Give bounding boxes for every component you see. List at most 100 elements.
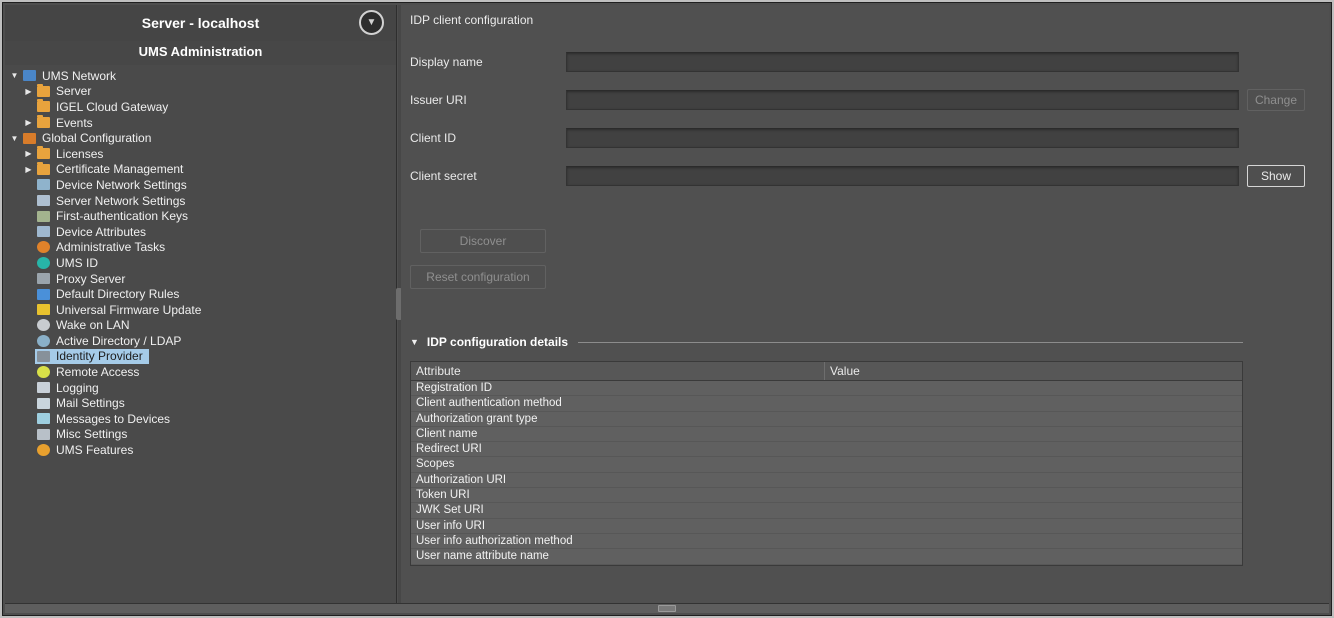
value-cell: [825, 488, 1242, 502]
global-configuration-icon: [23, 133, 36, 144]
tree-item-content: Global Configuration: [21, 130, 157, 146]
bottom-splitter-bar: [5, 603, 1329, 613]
table-row-jwk-set-uri[interactable]: JWK Set URI: [411, 503, 1242, 518]
table-row-client-authentication-method[interactable]: Client authentication method: [411, 396, 1242, 411]
table-row-authorization-grant-type[interactable]: Authorization grant type: [411, 412, 1242, 427]
client-id-label: Client ID: [410, 131, 566, 145]
administrative-tasks-icon: [37, 241, 50, 253]
sidebar-item-administrative-tasks[interactable]: Administrative Tasks: [5, 240, 396, 256]
change-button[interactable]: Change: [1247, 89, 1305, 111]
folder-icon: [37, 86, 50, 97]
discover-button[interactable]: Discover: [420, 229, 546, 253]
navigation-tree: ▼UMS Network▶ServerIGEL Cloud Gateway▶Ev…: [5, 65, 396, 458]
messages-to-devices-icon: [37, 413, 50, 424]
tree-item-content: UMS Network: [21, 68, 122, 84]
column-header-attribute[interactable]: Attribute: [411, 362, 825, 380]
client-secret-row: Client secret Show: [410, 165, 1305, 187]
sidebar-item-identity-provider[interactable]: Identity Provider: [5, 349, 396, 365]
attribute-cell: Client name: [411, 427, 825, 441]
table-row-token-uri[interactable]: Token URI: [411, 488, 1242, 503]
attribute-cell: User info URI: [411, 519, 825, 533]
sidebar-item-device-network-settings[interactable]: Device Network Settings: [5, 177, 396, 193]
table-row-client-name[interactable]: Client name: [411, 427, 1242, 442]
value-cell: [825, 534, 1242, 548]
sidebar-item-universal-firmware-update[interactable]: Universal Firmware Update: [5, 302, 396, 318]
logging-icon: [37, 382, 50, 393]
client-secret-input[interactable]: [566, 166, 1239, 186]
folder-icon: [37, 164, 50, 175]
tree-item-content: First-authentication Keys: [35, 208, 194, 224]
device-network-settings-icon: [37, 179, 50, 190]
sidebar-item-messages-to-devices[interactable]: Messages to Devices: [5, 411, 396, 427]
sidebar-item-remote-access[interactable]: Remote Access: [5, 364, 396, 380]
sidebar-item-label: Messages to Devices: [55, 412, 170, 426]
display-name-label: Display name: [410, 55, 566, 69]
active-directory-ldap-icon: [37, 335, 50, 347]
collapse-section-icon[interactable]: ▼: [410, 337, 419, 347]
table-row-user-info-uri[interactable]: User info URI: [411, 519, 1242, 534]
attribute-cell: JWK Set URI: [411, 503, 825, 517]
value-cell: [825, 549, 1242, 563]
sidebar-item-server[interactable]: ▶Server: [5, 84, 396, 100]
sidebar-item-label: Device Attributes: [55, 225, 146, 239]
sidebar-item-label: Default Directory Rules: [55, 287, 179, 301]
sidebar-item-proxy-server[interactable]: Proxy Server: [5, 271, 396, 287]
server-network-settings-icon: [37, 195, 50, 206]
table-row-authorization-uri[interactable]: Authorization URI: [411, 473, 1242, 488]
sidebar-item-first-authentication-keys[interactable]: First-authentication Keys: [5, 208, 396, 224]
sidebar-item-events[interactable]: ▶Events: [5, 115, 396, 131]
display-name-input[interactable]: [566, 52, 1239, 72]
issuer-uri-input[interactable]: [566, 90, 1239, 110]
issuer-uri-label: Issuer URI: [410, 93, 566, 107]
tree-item-content: Messages to Devices: [35, 411, 176, 427]
sidebar-item-server-network-settings[interactable]: Server Network Settings: [5, 193, 396, 209]
idp-client-form: Display name Issuer URI Change Client ID…: [410, 51, 1305, 203]
sidebar-item-global-configuration[interactable]: ▼Global Configuration: [5, 130, 396, 146]
sidebar-item-igel-cloud-gateway[interactable]: IGEL Cloud Gateway: [5, 99, 396, 115]
sidebar-item-label: First-authentication Keys: [55, 209, 188, 223]
expand-arrow-icon[interactable]: ▶: [22, 165, 35, 174]
sidebar-item-wake-on-lan[interactable]: Wake on LAN: [5, 318, 396, 334]
tree-item-content: Misc Settings: [35, 427, 133, 443]
client-id-input[interactable]: [566, 128, 1239, 148]
sidebar-item-label: Mail Settings: [55, 396, 125, 410]
idp-configuration-details-section: ▼ IDP configuration details Attribute Va…: [410, 335, 1243, 566]
table-row-registration-id[interactable]: Registration ID: [411, 381, 1242, 396]
table-row-user-name-attribute-name[interactable]: User name attribute name: [411, 549, 1242, 564]
tree-item-content: Events: [35, 115, 99, 131]
sidebar-item-ums-id[interactable]: UMS ID: [5, 255, 396, 271]
sidebar-item-ums-features[interactable]: UMS Features: [5, 442, 396, 458]
value-cell: [825, 427, 1242, 441]
expand-arrow-icon[interactable]: ▶: [22, 149, 35, 158]
expand-arrow-icon[interactable]: ▶: [22, 118, 35, 127]
tree-item-content: Device Network Settings: [35, 177, 193, 193]
column-header-value[interactable]: Value: [825, 362, 1242, 380]
expand-arrow-icon[interactable]: ▶: [22, 87, 35, 96]
show-button[interactable]: Show: [1247, 165, 1305, 187]
sidebar-item-label: UMS Features: [55, 443, 133, 457]
sidebar-item-default-directory-rules[interactable]: Default Directory Rules: [5, 286, 396, 302]
sidebar-item-licenses[interactable]: ▶Licenses: [5, 146, 396, 162]
sidebar-item-label: UMS ID: [55, 256, 98, 270]
sidebar-item-label: Logging: [55, 381, 99, 395]
server-dropdown-button[interactable]: ▼: [359, 10, 384, 35]
collapse-arrow-icon[interactable]: ▼: [8, 71, 21, 80]
sidebar-item-misc-settings[interactable]: Misc Settings: [5, 427, 396, 443]
table-row-redirect-uri[interactable]: Redirect URI: [411, 442, 1242, 457]
sidebar-item-active-directory-ldap[interactable]: Active Directory / LDAP: [5, 333, 396, 349]
sidebar-item-device-attributes[interactable]: Device Attributes: [5, 224, 396, 240]
sidebar-item-ums-network[interactable]: ▼UMS Network: [5, 68, 396, 84]
bottom-splitter-handle[interactable]: [658, 605, 676, 612]
reset-configuration-button[interactable]: Reset configuration: [410, 265, 546, 289]
table-row-user-info-authorization-method[interactable]: User info authorization method: [411, 534, 1242, 549]
table-header-row: Attribute Value: [411, 362, 1242, 381]
client-secret-label: Client secret: [410, 169, 566, 183]
sidebar-item-mail-settings[interactable]: Mail Settings: [5, 395, 396, 411]
sidebar-item-certificate-management[interactable]: ▶Certificate Management: [5, 162, 396, 178]
tree-item-content: Device Attributes: [35, 224, 152, 240]
page-title: IDP client configuration: [410, 13, 533, 27]
table-row-scopes[interactable]: Scopes: [411, 457, 1242, 472]
sidebar-item-logging[interactable]: Logging: [5, 380, 396, 396]
sidebar-item-label: Misc Settings: [55, 427, 127, 441]
collapse-arrow-icon[interactable]: ▼: [8, 134, 21, 143]
